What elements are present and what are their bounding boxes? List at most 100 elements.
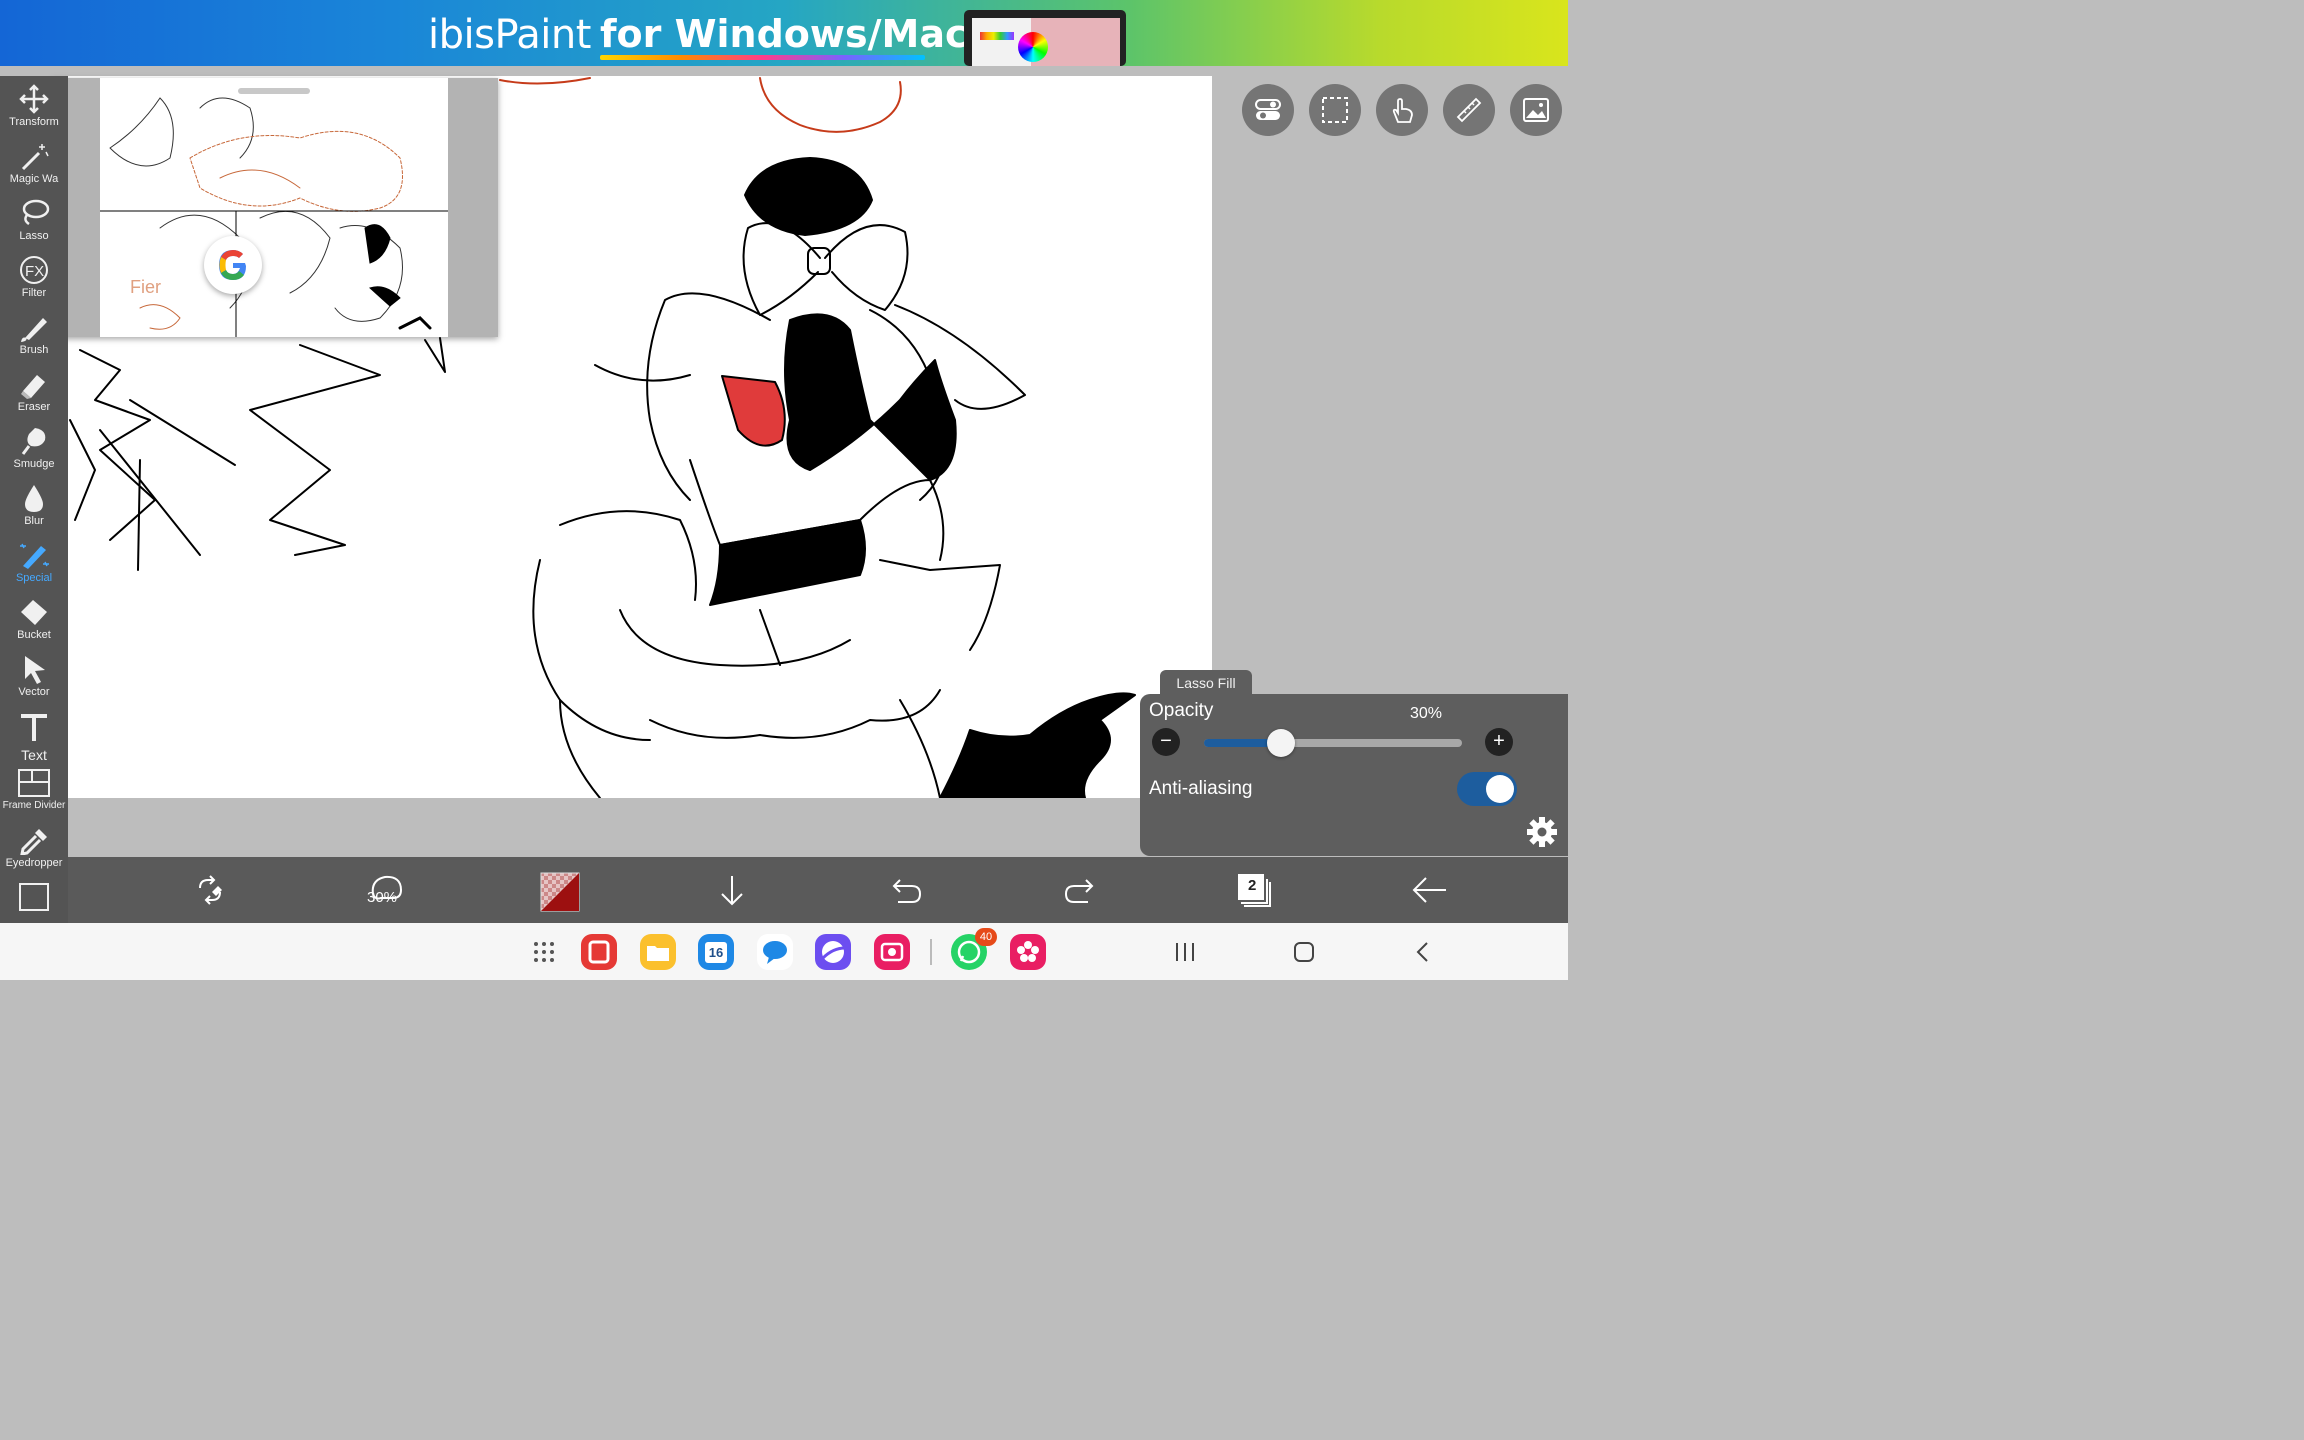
tool-label: Special bbox=[15, 572, 53, 584]
redo-button[interactable] bbox=[1050, 857, 1110, 923]
tool-label: Blur bbox=[24, 515, 44, 527]
color-button[interactable] bbox=[528, 857, 588, 923]
canvas-frame-icon bbox=[19, 883, 49, 911]
tool-magic-wand[interactable]: Magic Wa bbox=[0, 135, 68, 192]
tool-blur[interactable]: Blur bbox=[0, 477, 68, 534]
download-button[interactable] bbox=[702, 857, 762, 923]
svg-text:FX: FX bbox=[25, 263, 44, 280]
ruler-button[interactable] bbox=[1443, 84, 1495, 136]
recents-button[interactable] bbox=[1174, 942, 1196, 962]
touch-button[interactable] bbox=[1376, 84, 1428, 136]
ad-banner[interactable]: ibisPaint for Windows/Mac bbox=[0, 0, 1568, 66]
tool-brush[interactable]: Brush bbox=[0, 306, 68, 363]
back-arrow-button[interactable] bbox=[1398, 857, 1458, 923]
messages-icon[interactable] bbox=[757, 934, 793, 970]
opacity-decrease-button[interactable]: − bbox=[1152, 728, 1180, 756]
toggle-button[interactable] bbox=[1242, 84, 1294, 136]
system-navigation-bar: 16 40 bbox=[0, 923, 1568, 980]
antialiasing-toggle[interactable] bbox=[1457, 772, 1517, 806]
tool-label: Vector bbox=[18, 686, 50, 698]
undo-icon bbox=[892, 879, 922, 903]
tool-sidebar: Transform Magic Wa Lasso FX Filter Brush… bbox=[0, 76, 68, 924]
opacity-label: Opacity bbox=[1149, 700, 1214, 721]
tool-label: Frame Divider bbox=[2, 800, 66, 811]
tool-text[interactable]: Text bbox=[0, 705, 68, 763]
tool-vector[interactable]: Vector bbox=[0, 648, 68, 705]
fx-icon: FX bbox=[20, 256, 48, 284]
selection-icon bbox=[1322, 97, 1348, 123]
tool-smudge[interactable]: Smudge bbox=[0, 420, 68, 477]
tool-transform[interactable]: Transform bbox=[0, 78, 68, 135]
lasso-fill-panel: Opacity 30% − + Anti-aliasing bbox=[1140, 694, 1568, 856]
flipboard-icon[interactable] bbox=[581, 934, 617, 970]
cursor-arrow-icon bbox=[25, 656, 45, 684]
reference-window[interactable]: Fier bbox=[52, 78, 498, 337]
lasso-icon bbox=[22, 199, 50, 226]
toggle-icon bbox=[1255, 99, 1281, 120]
banner-tagline: for Windows/Mac bbox=[600, 12, 968, 56]
opacity-slider[interactable] bbox=[1204, 729, 1462, 757]
ruler-icon bbox=[1456, 97, 1482, 123]
home-button[interactable] bbox=[1293, 941, 1315, 963]
reference-image: Fier bbox=[100, 78, 448, 337]
back-button[interactable] bbox=[1414, 941, 1432, 963]
smudge-icon bbox=[21, 428, 46, 455]
internet-icon[interactable] bbox=[815, 934, 851, 970]
eyedropper-icon bbox=[20, 829, 47, 855]
reference-button[interactable] bbox=[1510, 84, 1562, 136]
text-t-icon bbox=[21, 714, 47, 741]
hand-touch-icon bbox=[1392, 98, 1413, 123]
brush-size-label: 30% bbox=[367, 889, 398, 906]
lasso-fill-tab[interactable]: Lasso Fill bbox=[1160, 670, 1252, 696]
color-swatch bbox=[540, 872, 580, 912]
whatsapp-icon[interactable]: 40 bbox=[951, 928, 997, 970]
tool-label: Brush bbox=[19, 344, 49, 356]
selection-button[interactable] bbox=[1309, 84, 1361, 136]
magic-wand-icon bbox=[21, 144, 49, 171]
frame-divider-icon bbox=[18, 769, 50, 797]
tool-filter[interactable]: FX Filter bbox=[0, 249, 68, 306]
tool-bucket[interactable]: Bucket bbox=[0, 591, 68, 648]
tool-eraser[interactable]: Eraser bbox=[0, 363, 68, 420]
undo-button[interactable] bbox=[876, 857, 936, 923]
tool-special[interactable]: Special bbox=[0, 534, 68, 591]
tool-label: Magic Wa bbox=[9, 173, 59, 185]
gallery-icon[interactable] bbox=[1010, 934, 1046, 970]
window-drag-handle[interactable] bbox=[238, 88, 310, 94]
bucket-icon bbox=[21, 600, 47, 625]
swap-button[interactable] bbox=[180, 857, 240, 923]
calendar-day: 16 bbox=[705, 942, 727, 963]
brush-icon bbox=[21, 318, 47, 342]
brush-size-button[interactable]: 30% bbox=[355, 857, 415, 923]
layers-button[interactable]: 2 bbox=[1224, 857, 1284, 923]
move-arrows-icon bbox=[19, 84, 49, 114]
screen-recorder-icon[interactable] bbox=[874, 934, 910, 970]
swap-icon bbox=[199, 875, 222, 905]
tool-label: Text bbox=[21, 747, 47, 763]
tool-frame-divider[interactable]: Frame Divider bbox=[0, 762, 68, 819]
tool-label: Eyedropper bbox=[5, 857, 63, 869]
banner-brand: ibisPaint bbox=[428, 12, 591, 58]
opacity-increase-button[interactable]: + bbox=[1485, 728, 1513, 756]
special-pen-icon bbox=[20, 543, 49, 569]
tool-lasso[interactable]: Lasso bbox=[0, 192, 68, 249]
google-g-icon[interactable] bbox=[204, 236, 262, 294]
tool-eyedropper[interactable]: Eyedropper bbox=[0, 819, 68, 876]
calendar-icon[interactable]: 16 bbox=[698, 934, 734, 970]
reference-image-icon bbox=[1523, 98, 1549, 122]
tool-label: Smudge bbox=[13, 458, 55, 470]
tool-label: Bucket bbox=[17, 629, 51, 641]
notification-badge: 40 bbox=[975, 928, 997, 946]
reference-sketch-text: Fier bbox=[130, 277, 161, 297]
tool-label: Eraser bbox=[17, 401, 51, 413]
tool-label: Lasso bbox=[19, 230, 49, 242]
gear-icon[interactable] bbox=[1526, 816, 1558, 848]
files-icon[interactable] bbox=[640, 934, 676, 970]
app-drawer-icon[interactable] bbox=[533, 941, 555, 963]
eraser-icon bbox=[21, 375, 45, 399]
banner-app-preview bbox=[964, 10, 1126, 66]
tool-label: Filter bbox=[21, 287, 47, 299]
drop-icon bbox=[25, 485, 43, 512]
opacity-slider-knob[interactable] bbox=[1267, 729, 1296, 757]
layer-count: 2 bbox=[1248, 877, 1257, 894]
